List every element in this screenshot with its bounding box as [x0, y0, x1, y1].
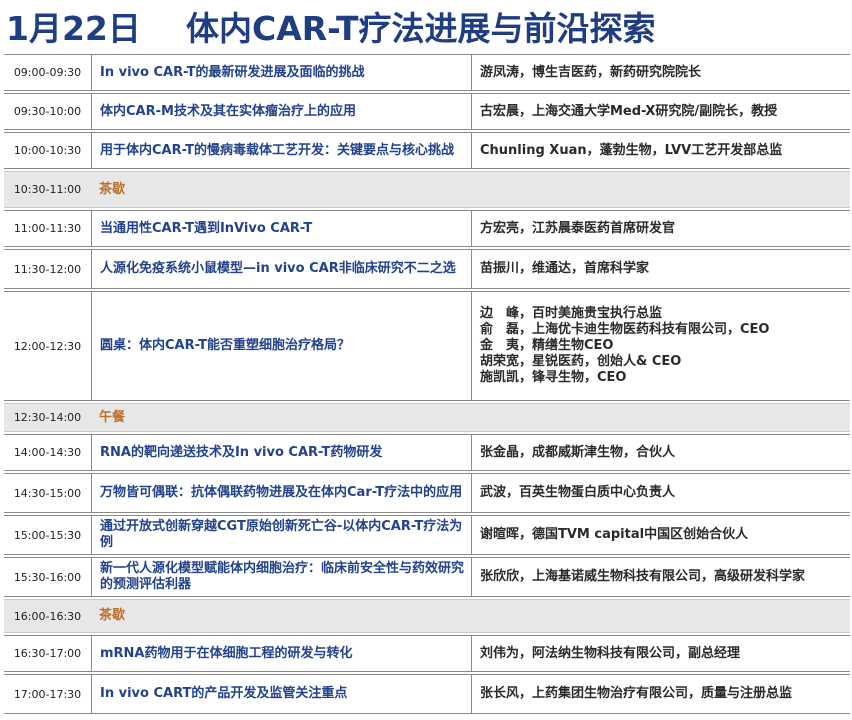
speaker-cell: 张金晶，成都威斯津生物，合伙人: [471, 435, 850, 470]
page-date: 1月22日: [6, 9, 141, 48]
schedule-row: 10:00-10:30 用于体内CAR-T的慢病毒载体工艺开发：关键要点与核心挑…: [4, 132, 850, 169]
time-cell: 14:00-14:30: [13, 446, 82, 459]
topic-cell: In vivo CAR-T的最新研发进展及面临的挑战: [91, 55, 471, 90]
schedule-row: 17:00-17:30 In vivo CART的产品开发及监管关注重点 张长风…: [4, 674, 850, 714]
topic-cell: 万物皆可偶联：抗体偶联药物进展及在体内Car-T疗法中的应用: [91, 474, 471, 512]
speaker-cell: [471, 172, 850, 207]
time-cell: 15:00-15:30: [13, 528, 82, 542]
break-label: 茶歇: [99, 608, 126, 623]
time-cell: 17:00-17:30: [13, 687, 82, 701]
time-cell: 12:30-14:00: [13, 411, 82, 424]
speaker-cell: 苗振川，维通达，首席科学家: [471, 250, 850, 288]
break-label: 午餐: [99, 409, 126, 425]
time-cell: 16:30-17:00: [13, 647, 82, 660]
time-cell: 10:00-10:30: [13, 144, 82, 157]
speaker-cell: 边 峰，百时美施贵宝执行总监 俞 磊，上海优卡迪生物医药科技有限公司，CEO 金…: [471, 292, 850, 400]
break-row: 10:30-11:00 茶歇: [4, 171, 850, 208]
schedule-row: 11:00-11:30 当通用性CAR-T遇到InVivo CAR-T 方宏亮，…: [4, 210, 850, 247]
schedule-row: 11:30-12:00 人源化免疫系统小鼠模型—in vivo CAR非临床研究…: [4, 249, 850, 289]
speaker-cell: 方宏亮，江苏晨泰医药首席研发官: [471, 211, 850, 246]
time-cell: 11:00-11:30: [13, 222, 82, 235]
time-cell: 09:00-09:30: [13, 66, 82, 79]
topic-cell: 当通用性CAR-T遇到InVivo CAR-T: [91, 211, 471, 246]
page-title: 体内CAR-T疗法进展与前沿探索: [186, 9, 656, 48]
speaker-cell: 刘伟为，阿法纳生物科技有限公司，副总经理: [471, 636, 850, 671]
time-cell: 09:30-10:00: [13, 105, 82, 118]
speaker-cell: 张欣欣，上海基诺威生物科技有限公司，高级研发科学家: [471, 558, 850, 596]
break-label: 茶歇: [99, 181, 126, 197]
speaker-cell: 张长风，上药集团生物治疗有限公司，质量与注册总监: [471, 675, 850, 713]
speaker-cell: 游凤涛，博生吉医药，新药研究院院长: [471, 55, 850, 90]
schedule-row: 09:30-10:00 体内CAR-M技术及其在实体瘤治疗上的应用 古宏晨，上海…: [4, 93, 850, 130]
time-cell: 12:00-12:30: [13, 339, 82, 353]
time-cell: 10:30-11:00: [13, 183, 82, 196]
page-header: 1月22日 体内CAR-T疗法进展与前沿探索: [0, 0, 852, 48]
topic-cell: 人源化免疫系统小鼠模型—in vivo CAR非临床研究不二之选: [91, 250, 471, 288]
speaker-cell: 武波，百英生物蛋白质中心负责人: [471, 474, 850, 512]
schedule-row: 16:30-17:00 mRNA药物用于在体细胞工程的研发与转化 刘伟为，阿法纳…: [4, 635, 850, 672]
schedule-row: 15:30-16:00 新一代人源化模型赋能体内细胞治疗：临床前安全性与药效研究…: [4, 557, 850, 597]
time-cell: 15:30-16:00: [13, 570, 82, 584]
topic-cell: mRNA药物用于在体细胞工程的研发与转化: [91, 636, 471, 671]
topic-cell: 圆桌：体内CAR-T能否重塑细胞治疗格局？: [91, 292, 471, 400]
topic-cell: 体内CAR-M技术及其在实体瘤治疗上的应用: [91, 94, 471, 129]
schedule-row: 14:30-15:00 万物皆可偶联：抗体偶联药物进展及在体内Car-T疗法中的…: [4, 473, 850, 513]
schedule-row: 14:00-14:30 RNA的靶向递送技术及In vivo CAR-T药物研发…: [4, 434, 850, 471]
schedule-row: 09:00-09:30 In vivo CAR-T的最新研发进展及面临的挑战 游…: [4, 54, 850, 91]
time-cell: 14:30-15:00: [13, 486, 82, 500]
speaker-cell: 古宏晨，上海交通大学Med-X研究院/副院长，教授: [471, 94, 850, 129]
break-row: 16:00-16:30 茶歇: [4, 599, 850, 633]
topic-cell: 通过开放式创新穿越CGT原始创新死亡谷-以体内CAR-T疗法为例: [91, 516, 471, 554]
speaker-cell: [471, 600, 850, 632]
schedule-row: 12:00-12:30 圆桌：体内CAR-T能否重塑细胞治疗格局？ 边 峰，百时…: [4, 291, 850, 401]
break-row: 12:30-14:00 午餐: [4, 403, 850, 432]
speaker-cell: [471, 404, 850, 431]
topic-cell: RNA的靶向递送技术及In vivo CAR-T药物研发: [91, 435, 471, 470]
time-cell: 16:00-16:30: [13, 609, 82, 623]
topic-cell: 用于体内CAR-T的慢病毒载体工艺开发：关键要点与核心挑战: [91, 133, 471, 168]
topic-cell: 新一代人源化模型赋能体内细胞治疗：临床前安全性与药效研究的预测评估利器: [91, 558, 471, 596]
speaker-cell: Chunling Xuan，蓬勃生物，LVV工艺开发部总监: [471, 133, 850, 168]
topic-cell: In vivo CART的产品开发及监管关注重点: [91, 675, 471, 713]
speaker-cell: 谢暄晖，德国TVM capital中国区创始合伙人: [471, 516, 850, 554]
schedule-row: 15:00-15:30 通过开放式创新穿越CGT原始创新死亡谷-以体内CAR-T…: [4, 515, 850, 555]
time-cell: 11:30-12:00: [13, 262, 82, 276]
